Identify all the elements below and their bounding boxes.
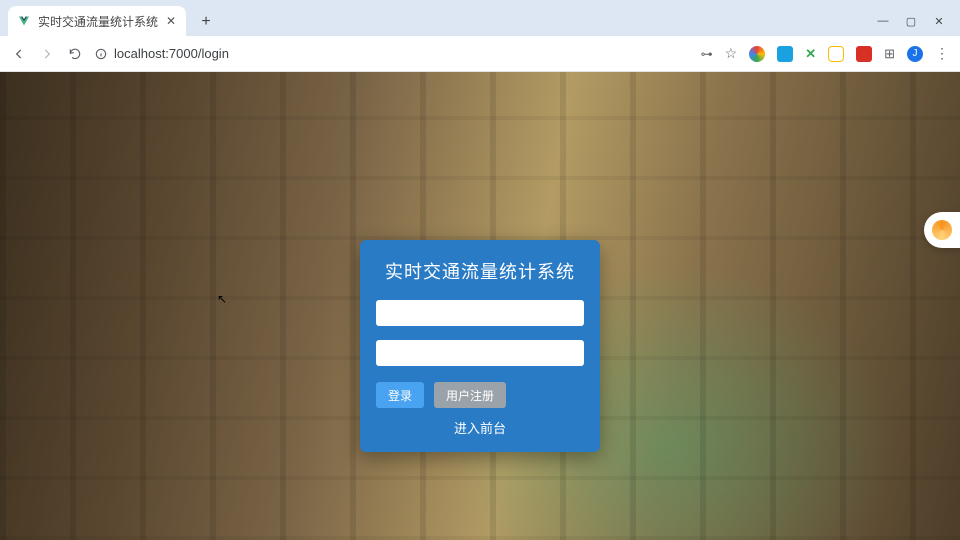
- extension-icon-4[interactable]: [828, 46, 844, 62]
- window-controls: — ▢ ✕: [876, 15, 952, 28]
- browser-tab-strip: 实时交通流量统计系统 ✕ + — ▢ ✕: [0, 0, 960, 36]
- extensions-menu-icon[interactable]: ⊞: [884, 46, 895, 62]
- assistant-icon: [932, 220, 952, 240]
- login-title: 实时交通流量统计系统: [376, 258, 584, 284]
- password-input[interactable]: [376, 340, 584, 366]
- forward-button[interactable]: [38, 45, 56, 63]
- new-tab-button[interactable]: +: [196, 12, 216, 32]
- extension-icon-2[interactable]: [777, 46, 793, 62]
- close-icon[interactable]: ✕: [166, 14, 176, 28]
- kebab-menu-icon[interactable]: ⋮: [935, 45, 950, 62]
- assistant-bubble[interactable]: [924, 212, 960, 248]
- register-button[interactable]: 用户注册: [434, 382, 506, 408]
- tab-title: 实时交通流量统计系统: [38, 13, 158, 30]
- extension-icon-1[interactable]: [749, 46, 765, 62]
- enter-front-link[interactable]: 进入前台: [454, 418, 506, 437]
- url-text: localhost:7000/login: [114, 46, 229, 61]
- extension-icon-5[interactable]: [856, 46, 872, 62]
- extensions-row: ⊶ ☆ ✕ ⊞ J ⋮: [701, 45, 950, 62]
- mouse-cursor-icon: ↖: [217, 292, 227, 306]
- maximize-button[interactable]: ▢: [904, 15, 918, 28]
- password-icon[interactable]: ⊶: [701, 47, 713, 61]
- login-button[interactable]: 登录: [376, 382, 424, 408]
- vue-icon: [18, 15, 30, 27]
- browser-tab[interactable]: 实时交通流量统计系统 ✕: [8, 6, 186, 36]
- address-bar[interactable]: localhost:7000/login: [94, 46, 229, 61]
- bookmark-star-icon[interactable]: ☆: [725, 45, 738, 62]
- close-window-button[interactable]: ✕: [932, 15, 946, 28]
- site-info-icon[interactable]: [94, 47, 108, 61]
- profile-avatar[interactable]: J: [907, 46, 923, 62]
- button-row: 登录 用户注册: [376, 382, 584, 408]
- reload-button[interactable]: [66, 45, 84, 63]
- browser-toolbar: localhost:7000/login ⊶ ☆ ✕ ⊞ J ⋮: [0, 36, 960, 72]
- username-input[interactable]: [376, 300, 584, 326]
- back-button[interactable]: [10, 45, 28, 63]
- login-card: 实时交通流量统计系统 登录 用户注册 进入前台: [360, 240, 600, 452]
- minimize-button[interactable]: —: [876, 15, 890, 28]
- page-viewport: ↖ 实时交通流量统计系统 登录 用户注册 进入前台: [0, 72, 960, 540]
- extension-icon-3[interactable]: ✕: [805, 46, 816, 62]
